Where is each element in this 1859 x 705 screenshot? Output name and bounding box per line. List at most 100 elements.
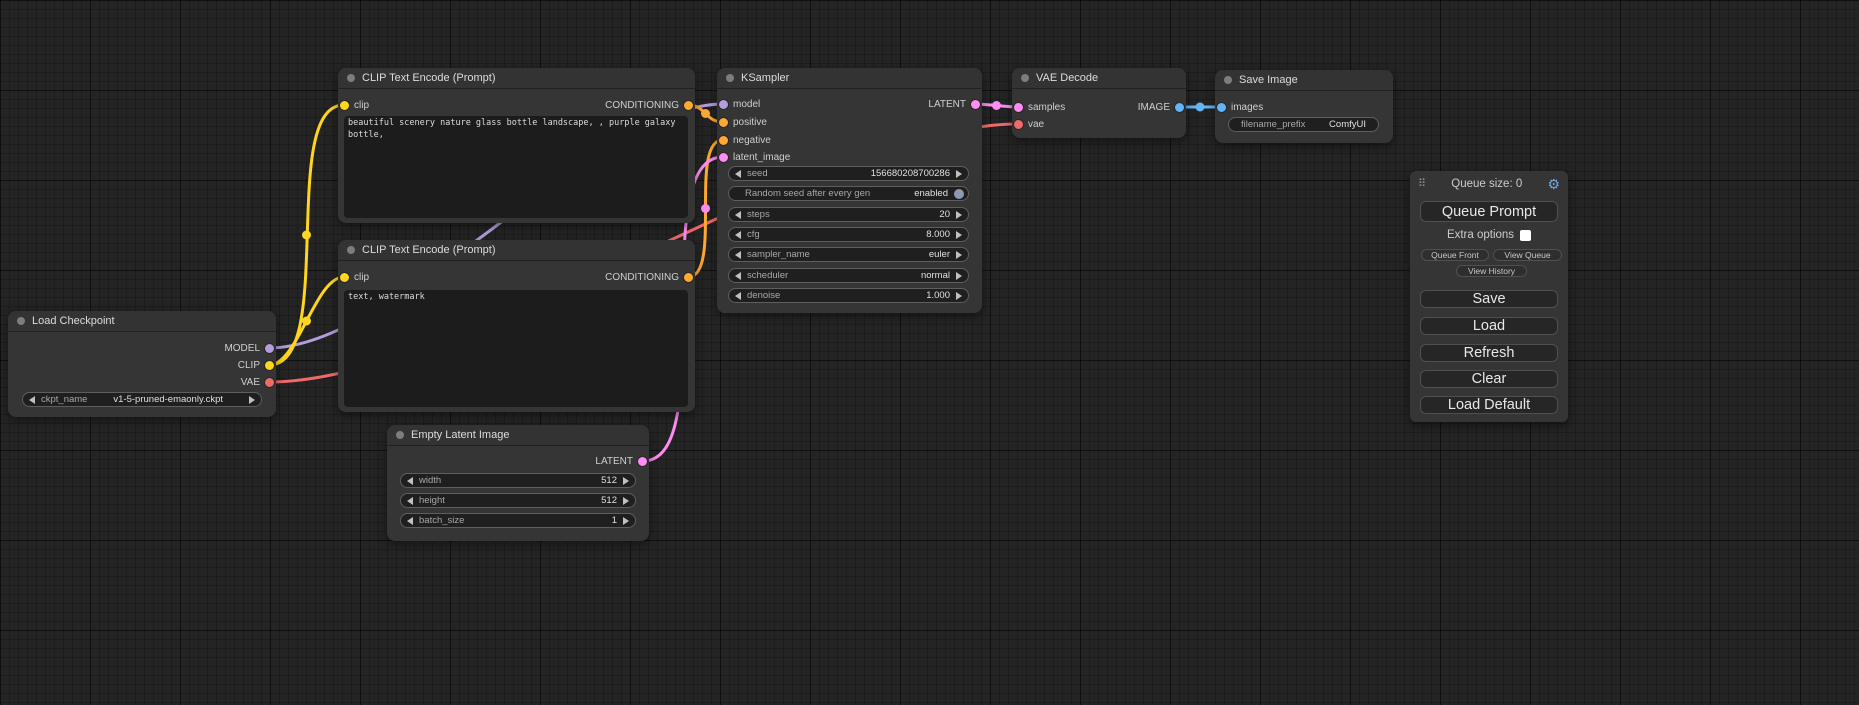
conditioning-slot-dot[interactable] — [719, 118, 728, 127]
ckpt-name-widget[interactable]: ckpt_name v1-5-pruned-emaonly.ckpt — [22, 392, 262, 407]
queue-front-button[interactable]: Queue Front — [1421, 249, 1489, 261]
clip-slot-dot[interactable] — [265, 361, 274, 370]
queue-prompt-button[interactable]: Queue Prompt — [1420, 201, 1558, 222]
increment-arrow-icon[interactable] — [956, 211, 962, 219]
link-dot — [701, 109, 710, 118]
increment-arrow-icon[interactable] — [956, 292, 962, 300]
output-slot-conditioning: CONDITIONING — [605, 271, 693, 283]
widget-value: 512 — [601, 495, 617, 506]
increment-arrow-icon[interactable] — [623, 477, 629, 485]
widget-value: 8.000 — [926, 229, 950, 240]
node-load-checkpoint[interactable]: Load Checkpoint MODEL CLIP VAE ckpt_name… — [8, 311, 276, 417]
width-widget[interactable]: width 512 — [400, 473, 636, 488]
batch-size-widget[interactable]: batch_size 1 — [400, 513, 636, 528]
refresh-button[interactable]: Refresh — [1420, 344, 1558, 362]
drag-handle-icon[interactable]: ⠿ — [1418, 179, 1426, 190]
image-slot-dot[interactable] — [1175, 103, 1184, 112]
link-dot — [1196, 103, 1205, 112]
slot-label: negative — [733, 135, 771, 146]
collapse-dot-icon[interactable] — [1021, 74, 1029, 82]
widget-value: 156680208700286 — [871, 168, 950, 179]
decrement-arrow-icon[interactable] — [735, 272, 741, 280]
increment-arrow-icon[interactable] — [956, 170, 962, 178]
node-title-bar[interactable]: Empty Latent Image — [387, 425, 649, 446]
decrement-arrow-icon[interactable] — [735, 231, 741, 239]
model-slot-dot[interactable] — [719, 100, 728, 109]
node-clip-text-encode-positive[interactable]: CLIP Text Encode (Prompt) clip CONDITION… — [338, 68, 695, 223]
node-title-bar[interactable]: Save Image — [1215, 70, 1393, 91]
load-default-button[interactable]: Load Default — [1420, 396, 1558, 414]
collapse-dot-icon[interactable] — [347, 246, 355, 254]
latent-slot-dot[interactable] — [638, 457, 647, 466]
increment-arrow-icon[interactable] — [956, 251, 962, 259]
node-title-bar[interactable]: VAE Decode — [1012, 68, 1186, 89]
collapse-dot-icon[interactable] — [726, 74, 734, 82]
slot-label: model — [733, 99, 760, 110]
conditioning-slot-dot[interactable] — [684, 101, 693, 110]
latent-slot-dot[interactable] — [1014, 103, 1023, 112]
view-history-button[interactable]: View History — [1456, 265, 1527, 277]
node-clip-text-encode-negative[interactable]: CLIP Text Encode (Prompt) clip CONDITION… — [338, 240, 695, 412]
node-title-bar[interactable]: KSampler — [717, 68, 982, 89]
clip-slot-dot[interactable] — [340, 101, 349, 110]
load-button[interactable]: Load — [1420, 317, 1558, 335]
prompt-textarea[interactable]: beautiful scenery nature glass bottle la… — [344, 116, 688, 218]
latent-slot-dot[interactable] — [719, 153, 728, 162]
collapse-dot-icon[interactable] — [396, 431, 404, 439]
decrement-arrow-icon[interactable] — [735, 170, 741, 178]
decrement-arrow-icon[interactable] — [407, 517, 413, 525]
node-save-image[interactable]: Save Image images filename_prefix ComfyU… — [1215, 70, 1393, 143]
scheduler-widget[interactable]: scheduler normal — [728, 268, 969, 283]
denoise-widget[interactable]: denoise 1.000 — [728, 288, 969, 303]
decrement-arrow-icon[interactable] — [735, 292, 741, 300]
decrement-arrow-icon[interactable] — [735, 251, 741, 259]
node-title: Load Checkpoint — [32, 315, 115, 327]
filename-prefix-widget[interactable]: filename_prefix ComfyUI — [1228, 117, 1379, 132]
node-ksampler[interactable]: KSampler model positive negative latent_… — [717, 68, 982, 313]
latent-slot-dot[interactable] — [971, 100, 980, 109]
model-slot-dot[interactable] — [265, 344, 274, 353]
extra-options-checkbox[interactable] — [1520, 230, 1531, 241]
image-slot-dot[interactable] — [1217, 103, 1226, 112]
decrement-arrow-icon[interactable] — [29, 396, 35, 404]
input-slot-samples: samples — [1014, 101, 1065, 113]
increment-arrow-icon[interactable] — [956, 272, 962, 280]
input-slot-clip: clip — [340, 99, 369, 111]
increment-arrow-icon[interactable] — [623, 497, 629, 505]
steps-widget[interactable]: steps 20 — [728, 207, 969, 222]
sampler-name-widget[interactable]: sampler_name euler — [728, 247, 969, 262]
view-queue-button[interactable]: View Queue — [1493, 249, 1562, 261]
prompt-textarea[interactable]: text, watermark — [344, 290, 688, 407]
height-widget[interactable]: height 512 — [400, 493, 636, 508]
collapse-dot-icon[interactable] — [347, 74, 355, 82]
node-title-bar[interactable]: Load Checkpoint — [8, 311, 276, 332]
gear-icon[interactable]: ⚙ — [1547, 177, 1560, 191]
collapse-dot-icon[interactable] — [17, 317, 25, 325]
decrement-arrow-icon[interactable] — [407, 497, 413, 505]
slot-label: images — [1231, 102, 1263, 113]
save-button[interactable]: Save — [1420, 290, 1558, 308]
widget-label: steps — [747, 209, 770, 220]
vae-slot-dot[interactable] — [1014, 120, 1023, 129]
link-dot — [302, 231, 311, 240]
comfyui-canvas[interactable]: Load Checkpoint MODEL CLIP VAE ckpt_name… — [0, 0, 1859, 705]
cfg-widget[interactable]: cfg 8.000 — [728, 227, 969, 242]
seed-widget[interactable]: seed 156680208700286 — [728, 166, 969, 181]
toggle-dot-icon[interactable] — [954, 189, 964, 199]
vae-slot-dot[interactable] — [265, 378, 274, 387]
random-seed-toggle-widget[interactable]: Random seed after every gen enabled — [728, 186, 969, 201]
decrement-arrow-icon[interactable] — [735, 211, 741, 219]
increment-arrow-icon[interactable] — [623, 517, 629, 525]
node-title-bar[interactable]: CLIP Text Encode (Prompt) — [338, 68, 695, 89]
node-empty-latent-image[interactable]: Empty Latent Image LATENT width 512 heig… — [387, 425, 649, 541]
collapse-dot-icon[interactable] — [1224, 76, 1232, 84]
increment-arrow-icon[interactable] — [956, 231, 962, 239]
node-title-bar[interactable]: CLIP Text Encode (Prompt) — [338, 240, 695, 261]
clip-slot-dot[interactable] — [340, 273, 349, 282]
conditioning-slot-dot[interactable] — [684, 273, 693, 282]
clear-button[interactable]: Clear — [1420, 370, 1558, 388]
node-vae-decode[interactable]: VAE Decode samples vae IMAGE — [1012, 68, 1186, 138]
conditioning-slot-dot[interactable] — [719, 136, 728, 145]
increment-arrow-icon[interactable] — [249, 396, 255, 404]
decrement-arrow-icon[interactable] — [407, 477, 413, 485]
